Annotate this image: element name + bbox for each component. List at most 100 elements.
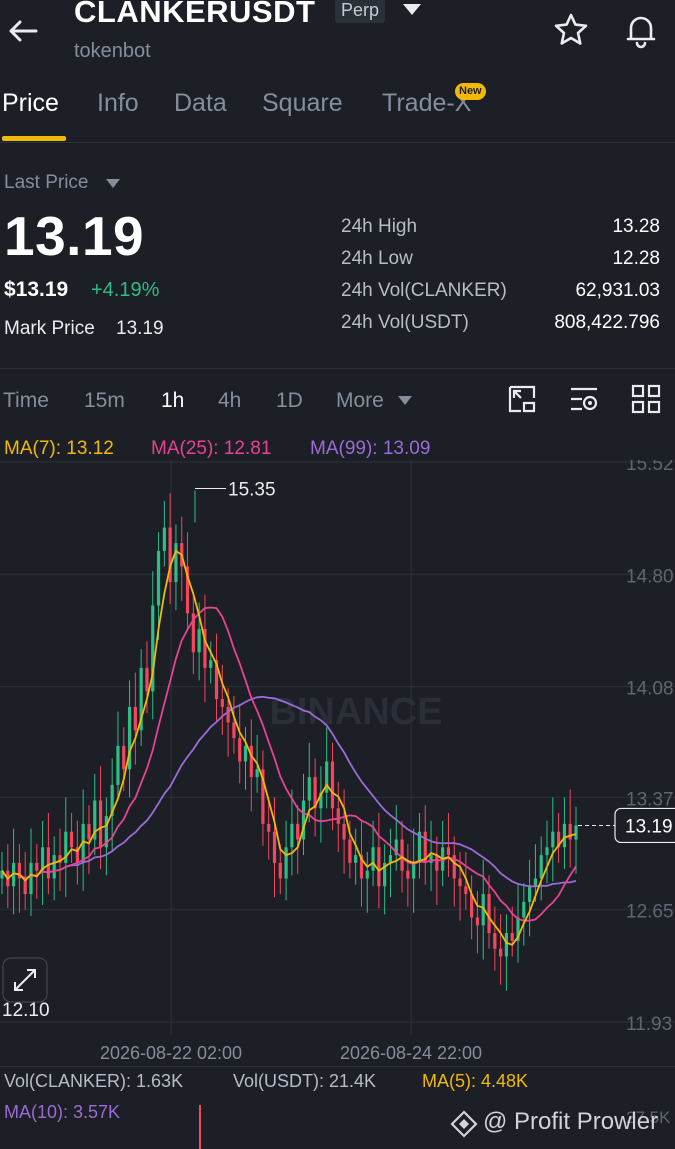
candle-body xyxy=(533,878,538,887)
candle-body xyxy=(400,839,404,871)
candle-body xyxy=(174,543,178,583)
candle-body xyxy=(46,847,50,879)
volume-ma10-label: MA(10): 3.57K xyxy=(4,1102,121,1122)
candlestick-chart[interactable]: BINANCE 15.52 14.80 14.08 13.37 12.65 11.93 20… xyxy=(0,460,675,1065)
candle-body xyxy=(336,808,340,824)
candle-body xyxy=(354,855,358,863)
fullscreen-chart-icon[interactable] xyxy=(506,383,538,415)
y-tick-label: 14.80 xyxy=(626,566,674,587)
x-tick-label: 2026-08-22 02:00 xyxy=(100,1043,242,1063)
candle-body xyxy=(487,894,491,934)
more-dropdown-icon[interactable] xyxy=(398,396,412,405)
candle-body xyxy=(539,855,543,879)
favorite-star-icon[interactable] xyxy=(553,12,589,48)
candle-body xyxy=(377,847,381,887)
candle-body xyxy=(220,699,224,707)
candle-body xyxy=(330,761,335,809)
tab-square[interactable]: Square xyxy=(262,89,343,118)
interval-4h[interactable]: 4h xyxy=(218,389,241,413)
candle-body xyxy=(446,847,451,856)
tab-price[interactable]: Price xyxy=(2,89,59,118)
stat-label-24h-vol-base: 24h Vol(CLANKER) xyxy=(341,280,507,301)
candle-body xyxy=(435,855,439,871)
volume-ma5-label: MA(5): 4.48K xyxy=(422,1071,529,1091)
notification-bell-icon[interactable] xyxy=(622,11,660,49)
symbol-subtitle: tokenbot xyxy=(74,40,151,62)
candle-body xyxy=(348,839,352,863)
y-tick-label: 14.08 xyxy=(626,679,674,700)
tab-info[interactable]: Info xyxy=(97,89,139,118)
volume-bar xyxy=(199,1105,201,1149)
candle-body xyxy=(342,823,346,840)
y-tick-label: 11.93 xyxy=(626,1014,672,1035)
candle-body xyxy=(267,823,271,832)
candle-body xyxy=(522,901,526,918)
chart-watermark: BINANCE xyxy=(269,691,442,733)
candle-body xyxy=(226,706,230,723)
candle-body xyxy=(52,855,56,879)
stat-label-24h-high: 24h High xyxy=(341,216,418,237)
candle-body xyxy=(504,933,509,957)
candle-body xyxy=(238,738,242,762)
candle-body xyxy=(69,831,74,848)
candle-body xyxy=(296,823,300,840)
interval-15m[interactable]: 15m xyxy=(84,389,125,413)
candle-body xyxy=(156,550,161,606)
ma25-legend: MA(25): 12.81 xyxy=(151,438,272,459)
header: CLANKERUSDT Perp tokenbot xyxy=(0,0,675,70)
candle-body xyxy=(35,862,39,871)
volume-quote-label: Vol(USDT): 21.4K xyxy=(233,1071,377,1091)
current-price-label: 13.19 xyxy=(625,816,673,837)
contract-type-badge: Perp xyxy=(335,0,386,23)
candle-body xyxy=(475,917,480,926)
candle-body xyxy=(528,886,532,902)
interval-1h[interactable]: 1h xyxy=(161,389,184,413)
candle-body xyxy=(87,823,91,840)
price-change: +4.19% xyxy=(91,279,160,301)
y-tick-label: 13.37 xyxy=(626,789,674,810)
candle-body xyxy=(464,886,468,895)
candle-body xyxy=(429,855,433,863)
candle-body xyxy=(406,870,410,879)
interval-time[interactable]: Time xyxy=(3,389,49,413)
price-type-dropdown-icon[interactable] xyxy=(106,179,120,188)
indicator-settings-icon[interactable] xyxy=(568,383,600,415)
candle-body xyxy=(272,831,277,863)
ma99-legend: MA(99): 13.09 xyxy=(310,438,431,459)
candle-body xyxy=(116,745,120,785)
candle-body xyxy=(162,527,166,551)
last-price: 13.19 xyxy=(4,205,145,267)
symbol-title[interactable]: CLANKERUSDT xyxy=(74,0,315,30)
stat-value-24h-vol-base: 62,931.03 xyxy=(575,280,660,301)
candle-body xyxy=(122,745,126,770)
candle-body xyxy=(197,628,201,653)
candle-body xyxy=(493,933,497,949)
candle-body xyxy=(545,847,549,856)
candle-body xyxy=(458,878,462,887)
candle-body xyxy=(98,800,103,848)
volume-base-label: Vol(CLANKER): 1.63K xyxy=(4,1071,184,1091)
interval-1d[interactable]: 1D xyxy=(276,389,303,413)
back-arrow-icon[interactable] xyxy=(6,14,40,48)
active-tab-indicator xyxy=(2,136,66,141)
stat-label-24h-low: 24h Low xyxy=(341,248,413,269)
x-tick-label: 2026-08-24 22:00 xyxy=(340,1043,482,1063)
ma7-legend: MA(7): 13.12 xyxy=(4,438,114,459)
price-type-selector[interactable]: Last Price xyxy=(4,172,88,194)
candle-body xyxy=(232,722,236,739)
tab-data[interactable]: Data xyxy=(174,89,227,118)
ma25-line xyxy=(1,606,577,922)
y-tick-label: 15.52 xyxy=(626,460,674,475)
stat-value-24h-vol-quote: 808,422.796 xyxy=(554,312,660,333)
low-marker-label: 12.10 xyxy=(2,1000,50,1021)
interval-more[interactable]: More xyxy=(336,389,384,413)
candle-body xyxy=(307,777,311,801)
candle-body xyxy=(562,823,567,848)
watermark-text: @ Profit Prowler xyxy=(483,1108,659,1135)
symbol-dropdown-icon[interactable] xyxy=(403,4,421,15)
y-tick-label: 12.65 xyxy=(626,902,674,923)
candle-body xyxy=(551,831,555,848)
layout-grid-icon[interactable] xyxy=(630,383,662,415)
candle-body xyxy=(510,933,514,941)
candle-body xyxy=(412,862,416,879)
